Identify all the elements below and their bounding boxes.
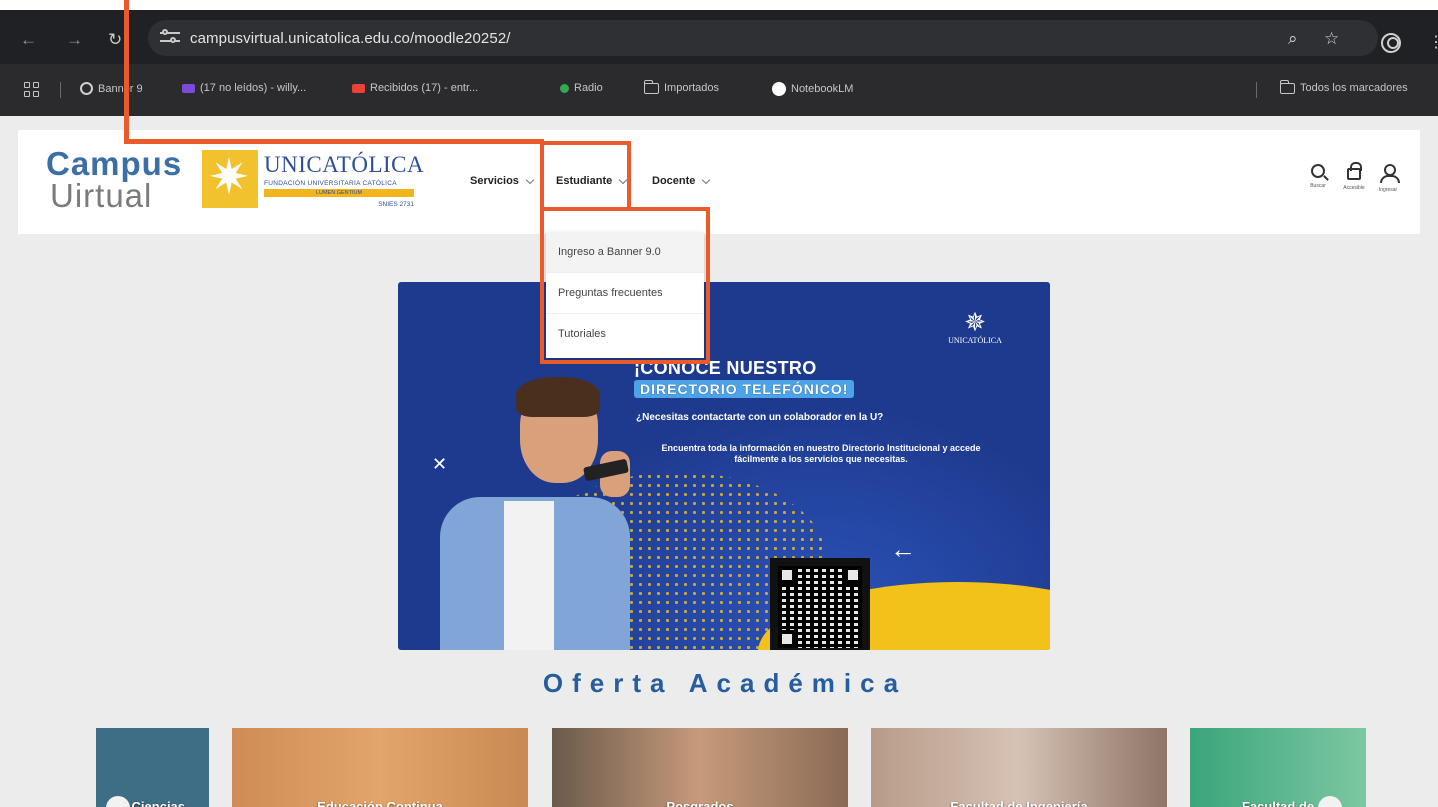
logo-uni-code: SNIES 2731 [378, 201, 414, 208]
bookmark-importados[interactable]: Importados [643, 79, 720, 94]
banner-wave-decoration [828, 282, 1050, 362]
menu-label: Servicios [470, 175, 519, 187]
person-hair [516, 377, 600, 417]
browser-chrome: ← → ↻ campusvirtual.unicatolica.edu.co/m… [0, 10, 1438, 116]
search-button[interactable]: Buscar [1298, 164, 1338, 189]
bookmarks-bar: Banner 9 (17 no leídos) - willy... Recib… [0, 74, 1438, 106]
card-label: Educación Continua [317, 799, 443, 807]
site-header: Campus Uirtual UNICATÓLICA FUNDACIÓN UNI… [18, 130, 1420, 234]
unicatolica-logo[interactable]: UNICATÓLICA FUNDACIÓN UNIVERSITARIA CATÓ… [264, 152, 424, 208]
qr-code [770, 558, 870, 650]
globe-icon [80, 82, 93, 95]
logo-uni-motto: LUMEN GENTIUM [264, 189, 414, 197]
screen-top-strip [0, 0, 1438, 10]
bookmark-separator [1256, 82, 1257, 98]
card-ingenieria[interactable]: Facultad de Ingeniería [871, 728, 1167, 807]
campus-virtual-logo[interactable]: Campus Uirtual [46, 145, 183, 214]
logo-campus-text: Campus [46, 145, 183, 182]
chevron-down-icon [525, 175, 535, 184]
annotation-line [124, 0, 129, 144]
all-bookmarks-label: Todos los marcadores [1300, 82, 1408, 94]
url-text[interactable]: campusvirtual.unicatolica.edu.co/moodle2… [190, 30, 511, 47]
user-icon [1380, 164, 1400, 183]
bookmark-label: Recibidos (17) - entr... [370, 82, 479, 94]
banner-unicatolica-logo: ✵ UNICATÓLICA [940, 308, 1010, 345]
banner-logo-name: UNICATÓLICA [948, 336, 1002, 345]
directorio-banner[interactable]: ✵ UNICATÓLICA ¡CONOCE NUESTRO DIRECTORIO… [398, 282, 1050, 650]
man-on-phone-image [424, 377, 634, 650]
bookmark-banner9[interactable]: Banner 9 [80, 82, 143, 95]
zoom-icon[interactable]: ⌕ [1288, 29, 1298, 49]
qr-code-pattern [778, 566, 862, 648]
search-icon [1311, 164, 1325, 178]
banner-question: ¿Necesitas contactarte con un colaborado… [636, 412, 884, 423]
menu-kebab-icon[interactable]: ⋮ [1428, 32, 1438, 52]
chevron-down-icon [702, 175, 711, 184]
card-label: Facultad de Ingeniería [950, 799, 1088, 807]
bookmark-separator [60, 82, 61, 98]
card-posgrados[interactable]: Posgrados [552, 728, 848, 807]
bookmark-notebooklm[interactable]: NotebookLM [772, 82, 853, 96]
banner-highlight: DIRECTORIO TELEFÓNICO! [634, 380, 855, 398]
folder-icon [643, 79, 659, 94]
person-shirt [504, 501, 554, 650]
radio-dot-icon [560, 83, 569, 93]
bookmark-gmail[interactable]: Recibidos (17) - entr... [352, 82, 478, 94]
site-settings-icon[interactable] [160, 29, 180, 47]
oferta-academica-title: Oferta Académica [542, 668, 908, 698]
card-ciencias[interactable]: n Ciencias [96, 728, 209, 807]
card-educacion-continua[interactable]: Educación Continua [232, 728, 528, 807]
annotation-box-dropdown [540, 207, 710, 364]
logo-uni-name: UNICATÓLICA [264, 152, 425, 177]
carousel-next-button[interactable] [1318, 796, 1342, 807]
menu-docente[interactable]: Docente [652, 175, 711, 187]
forward-icon[interactable]: → [66, 30, 83, 50]
bookmark-label: NotebookLM [791, 83, 854, 95]
notebooklm-icon [772, 82, 786, 96]
bookmark-label: (17 no leídos) - willy... [200, 82, 307, 94]
login-button[interactable]: Ingresar [1368, 164, 1408, 193]
util-label: Buscar [1310, 183, 1326, 189]
bookmark-star-icon[interactable]: ☆ [1324, 29, 1339, 49]
lock-icon [1347, 162, 1362, 180]
mail-icon [182, 83, 195, 93]
annotation-box-estudiante [540, 141, 631, 211]
carousel-prev-button[interactable] [106, 796, 130, 807]
star-icon: ✵ [964, 307, 986, 337]
profile-icon[interactable] [1381, 33, 1401, 53]
banner-body: Encuentra toda la información en nuestro… [661, 443, 981, 464]
bookmark-email[interactable]: (17 no leídos) - willy... [182, 82, 306, 94]
bookmark-label: Radio [574, 82, 603, 94]
menu-label: Docente [652, 175, 696, 187]
bookmark-label: Importados [664, 82, 720, 94]
bookmark-label: Banner 9 [98, 82, 143, 95]
logo-virtual-text: Uirtual [50, 177, 153, 214]
reload-icon[interactable]: ↻ [108, 30, 122, 50]
sparkle-icon: ✕ [432, 454, 448, 474]
util-label: Ingresar [1378, 187, 1398, 193]
annotation-line [124, 139, 544, 144]
logo-uni-subtitle: FUNDACIÓN UNIVERSITARIA CATÓLICA [264, 180, 397, 187]
card-label: Posgrados [666, 799, 734, 807]
address-bar[interactable]: campusvirtual.unicatolica.edu.co/moodle2… [148, 20, 1378, 56]
gmail-icon [352, 83, 365, 93]
menu-servicios[interactable]: Servicios [470, 175, 535, 187]
card-facultad[interactable]: Facultad de [1190, 728, 1366, 807]
back-icon[interactable]: ← [20, 30, 37, 50]
apps-grid-icon[interactable] [24, 82, 40, 98]
bookmark-radio[interactable]: Radio [560, 82, 603, 94]
unicatolica-star-logo [202, 148, 258, 208]
all-bookmarks[interactable]: Todos los marcadores [1279, 79, 1408, 94]
folder-icon [1279, 79, 1295, 94]
arrow-left-icon: ← [890, 534, 916, 564]
